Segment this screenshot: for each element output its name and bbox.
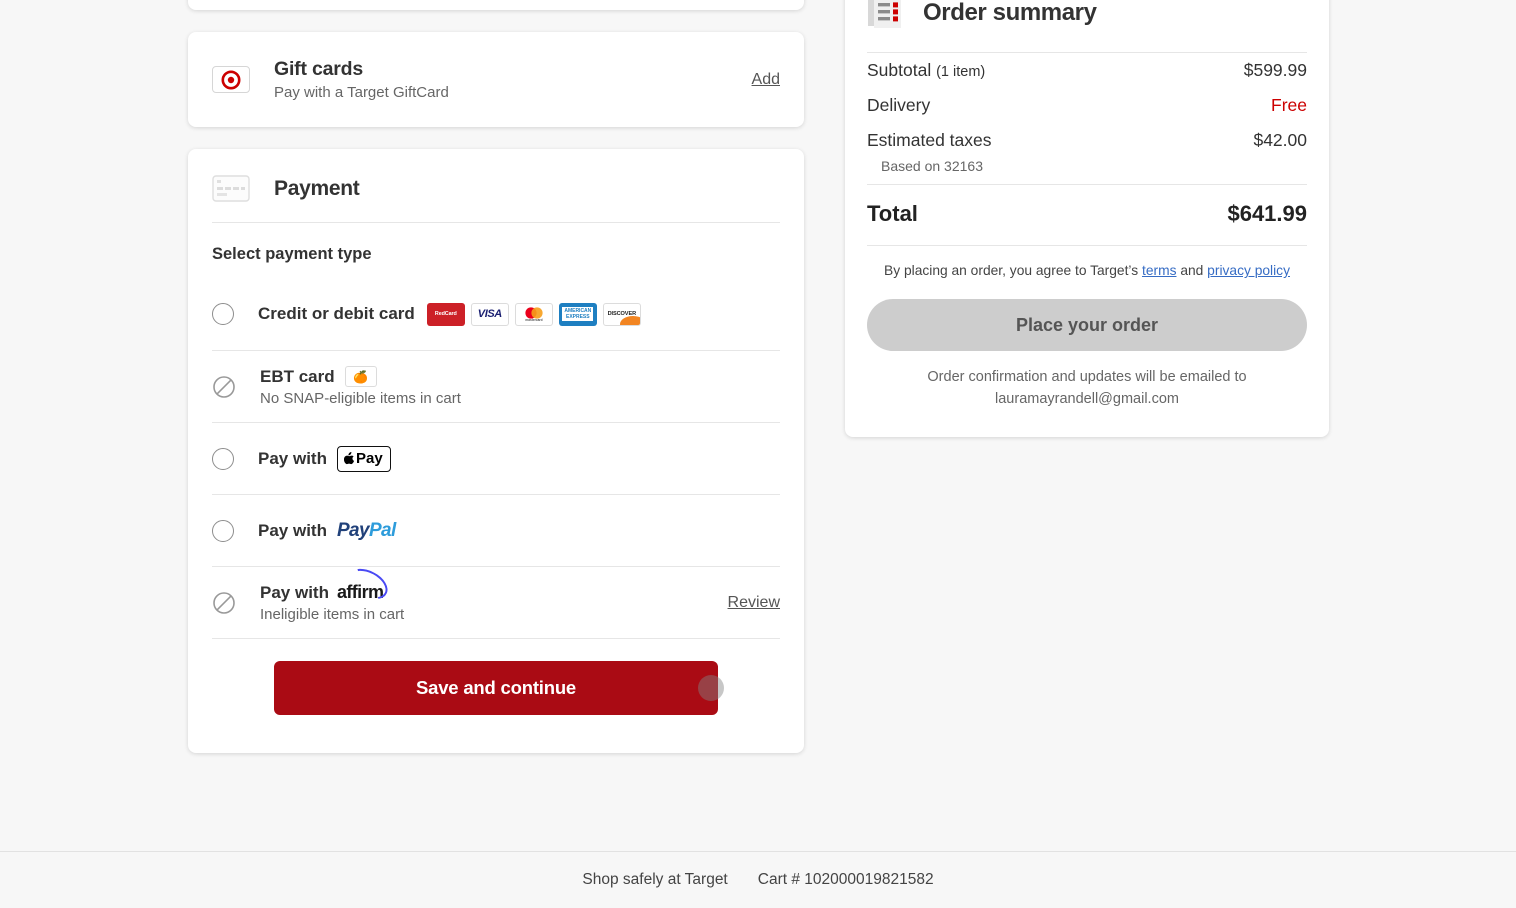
payment-option-credit-debit[interactable]: Credit or debit card RedCard VISA master…: [212, 278, 780, 350]
snap-fruit-icon: 🍊: [344, 366, 377, 387]
radio-credit-debit[interactable]: [212, 303, 234, 325]
gift-cards-subtitle: Pay with a Target GiftCard: [274, 84, 449, 101]
order-summary-card: Order summary Subtotal (1 item) $599.99 …: [845, 0, 1329, 437]
total-value: $641.99: [1227, 201, 1307, 226]
summary-row-taxes: Estimated taxes $42.00: [867, 123, 1307, 158]
left-column: Gift cards Pay with a Target GiftCard Ad…: [188, 0, 804, 775]
gift-cards-text: Gift cards Pay with a Target GiftCard: [274, 58, 752, 101]
summary-row-delivery: Delivery Free: [867, 88, 1307, 123]
affirm-body: Pay with affirm Ineligible items in cart: [260, 562, 728, 623]
card-brand-logos: RedCard VISA mastercard AMERICAN EXPRESS…: [426, 302, 641, 326]
summary-row-total: Total $641.99: [867, 185, 1307, 245]
terms-text: By placing an order, you agree to Target…: [884, 263, 1290, 278]
no-entry-icon-affirm: [213, 591, 235, 614]
credit-debit-label: Credit or debit card: [258, 304, 415, 323]
save-and-continue-button[interactable]: Save and continue: [274, 661, 718, 715]
credit-debit-body: Credit or debit card RedCard VISA master…: [258, 302, 780, 326]
checkout-page: Gift cards Pay with a Target GiftCard Ad…: [0, 0, 1516, 908]
affirm-logo: affirm: [337, 562, 394, 606]
ebt-subtitle: No SNAP-eligible items in cart: [260, 390, 461, 407]
summary-row-subtotal: Subtotal (1 item) $599.99: [867, 53, 1307, 88]
payment-option-affirm: Pay with affirm Ineligible items in cart…: [212, 562, 780, 638]
tax-based-on-note: Based on 32163: [881, 158, 983, 174]
save-button-wrap: Save and continue: [212, 639, 780, 729]
visa-logo: VISA: [470, 302, 509, 326]
order-confirmation-note: Order confirmation and updates will be e…: [867, 351, 1307, 411]
receipt-icon: [868, 0, 901, 28]
target-bullseye-icon: [212, 66, 250, 93]
ebt-label: EBT card: [260, 366, 335, 386]
apple-pay-logo: Pay: [336, 445, 391, 472]
discover-logo: DISCOVER: [602, 302, 641, 326]
apple-pay-label: Pay with: [258, 448, 327, 468]
cart-number: Cart # 102000019821582: [757, 871, 934, 888]
taxes-label: Estimated taxes: [867, 130, 992, 150]
page-footer: Shop safely at Target Cart # 10200001982…: [0, 851, 1516, 908]
gift-cards-title: Gift cards: [274, 58, 364, 80]
radio-apple-pay[interactable]: [212, 447, 234, 470]
delivery-value: Free: [1271, 95, 1307, 115]
paypal-label: Pay with: [258, 520, 327, 540]
subtotal-label: Subtotal (1 item): [867, 60, 986, 80]
privacy-policy-link[interactable]: privacy policy: [1207, 263, 1290, 278]
svg-text:mastercard: mastercard: [525, 318, 542, 322]
gift-cards-row: Gift cards Pay with a Target GiftCard Ad…: [188, 32, 804, 127]
redcard-logo: RedCard: [426, 302, 465, 326]
delivery-label: Delivery: [867, 95, 931, 115]
right-column: Order summary Subtotal (1 item) $599.99 …: [845, 0, 1329, 437]
payment-title: Payment: [274, 176, 360, 200]
taxes-value: $42.00: [1253, 130, 1307, 150]
payment-option-ebt: EBT card 🍊 No SNAP-eligible items in car…: [212, 350, 780, 422]
credit-card-icon: [212, 175, 250, 202]
payment-option-paypal[interactable]: Pay with PayPal: [212, 494, 780, 566]
gift-cards-add-link[interactable]: Add: [752, 71, 780, 89]
affirm-subtitle: Ineligible items in cart: [260, 606, 405, 623]
order-summary-title: Order summary: [923, 0, 1097, 26]
shop-safely-link[interactable]: Shop safely at Target: [582, 871, 727, 889]
previous-section-card-cutoff: [188, 0, 804, 10]
paypal-body: Pay with PayPal: [258, 520, 780, 542]
total-label: Total: [867, 201, 918, 226]
order-summary-header: Order summary: [867, 0, 1307, 52]
payment-option-apple-pay[interactable]: Pay with Pay: [212, 422, 780, 494]
select-payment-type-label: Select payment type: [212, 245, 372, 263]
no-entry-icon: [213, 375, 235, 398]
amex-logo: AMERICAN EXPRESS: [558, 302, 597, 326]
radio-paypal[interactable]: [212, 519, 234, 542]
place-your-order-button[interactable]: Place your order: [867, 299, 1307, 352]
affirm-review-link[interactable]: Review: [728, 594, 780, 612]
mastercard-logo: mastercard: [514, 302, 553, 326]
payment-card: Payment Select payment type Credit or de…: [188, 149, 804, 753]
apple-pay-body: Pay with Pay: [258, 445, 780, 472]
terms-link[interactable]: terms: [1142, 263, 1177, 278]
ebt-body: EBT card 🍊 No SNAP-eligible items in car…: [260, 366, 780, 407]
payment-header: Payment: [212, 149, 780, 222]
confirm-email: lauramayrandell@gmail.com: [995, 391, 1179, 408]
paypal-logo: PayPal: [336, 519, 396, 541]
gift-cards-card[interactable]: Gift cards Pay with a Target GiftCard Ad…: [188, 32, 804, 127]
confirm-text: Order confirmation and updates will be e…: [927, 369, 1247, 386]
subtotal-value: $599.99: [1243, 60, 1307, 80]
affirm-label: Pay with: [260, 582, 329, 602]
